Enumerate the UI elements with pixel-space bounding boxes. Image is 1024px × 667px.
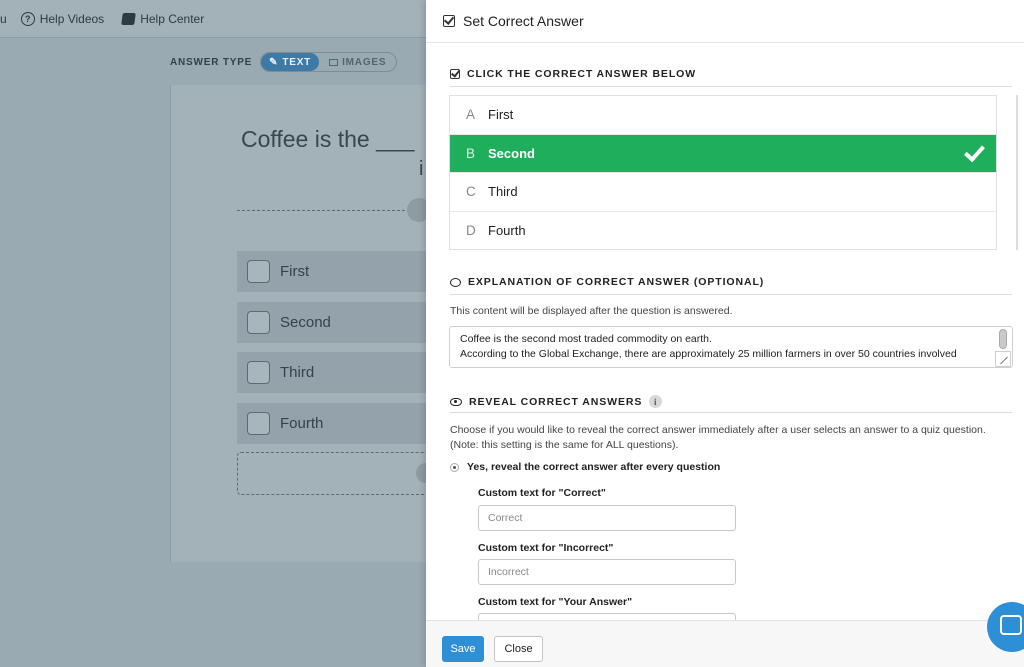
incorrect-text-label: Custom text for "Incorrect" [478,542,614,554]
editor-option-row: Fourth [237,403,430,444]
help-circle-icon: ? [20,11,35,26]
reveal-answer-radio-option[interactable]: Yes, reveal the correct answer after eve… [450,461,720,473]
explanation-section-label: EXPLANATION OF CORRECT ANSWER (OPTIONAL) [468,276,765,288]
explanation-section-title: EXPLANATION OF CORRECT ANSWER (OPTIONAL) [450,276,764,288]
comment-icon [450,277,461,287]
panel-title: Set Correct Answer [463,13,584,29]
pencil-icon: ✎ [269,56,279,68]
answer-text: Third [488,184,518,200]
section-divider [450,294,1012,295]
set-correct-answer-panel: Set Correct Answer CLICK THE CORRECT ANS… [426,0,1024,667]
answer-list-scrollbar[interactable] [1016,95,1018,250]
answer-letter: B [466,145,476,161]
editor-option-label: Fourth [280,415,324,432]
answer-type-text-option[interactable]: ✎ TEXT [261,53,320,71]
info-icon[interactable]: i [649,395,663,408]
radio-button[interactable] [450,462,459,472]
help-center-label: Help Center [140,11,205,26]
panel-footer: Save Close [426,620,1024,667]
explanation-line: According to the Global Exchange, there … [460,348,957,360]
reveal-note-line: Choose if you would like to reveal the c… [450,424,986,436]
reveal-section-title: REVEAL CORRECT ANSWERS i [450,395,663,408]
your-answer-text-label: Custom text for "Your Answer" [478,596,633,608]
section-divider [450,86,1012,87]
topbar-partial-text: u [0,11,7,26]
section-divider [450,412,1012,413]
correct-answer-section-label: CLICK THE CORRECT ANSWER BELOW [467,68,697,80]
option-checkbox [247,260,270,283]
question-text-line2: i [419,158,424,180]
reveal-section-label: REVEAL CORRECT ANSWERS [469,395,643,408]
answer-choice-list: A First B Second C Third D Fourth [449,95,997,250]
correct-text-input[interactable] [478,505,736,531]
textarea-scrollbar[interactable] [999,329,1007,349]
explanation-textarea[interactable]: Coffee is the second most traded commodi… [449,326,1013,368]
textarea-resize-handle[interactable] [995,351,1011,367]
checkbox-icon [443,15,455,27]
checkmark-icon [963,145,983,159]
reveal-note-line: (Note: this setting is the same for ALL … [450,439,679,451]
answer-text: Fourth [488,223,526,239]
panel-header: Set Correct Answer [426,0,1024,43]
close-button[interactable]: Close [494,636,543,662]
answer-type-text-label: TEXT [282,56,312,68]
answer-choice-d[interactable]: D Fourth [450,212,996,251]
reveal-note: Choose if you would like to reveal the c… [450,423,986,453]
answer-choice-c[interactable]: C Third [450,173,996,212]
editor-option-row: Third [237,352,430,393]
option-checkbox [247,361,270,384]
help-videos-label: Help Videos [39,11,105,26]
question-text: Coffee is the ___ [241,126,415,152]
save-button[interactable]: Save [442,636,484,662]
answer-text: First [488,107,514,123]
eye-icon [450,397,462,406]
answer-letter: D [466,223,476,239]
editor-option-row: First [237,251,430,292]
answer-letter: A [466,107,476,123]
add-option-area [237,452,430,495]
answer-type-images-label: IMAGES [342,56,387,68]
correct-answer-section-title: CLICK THE CORRECT ANSWER BELOW [450,68,696,80]
editor-option-label: First [280,263,310,280]
option-checkbox [247,311,270,334]
answer-text: Second [488,145,535,161]
answer-letter: C [466,184,476,200]
correct-text-label: Custom text for "Correct" [478,487,606,499]
editor-topbar: u ? Help Videos Help Center [0,0,430,38]
help-center-link[interactable]: Help Center [121,11,205,26]
help-videos-link[interactable]: ? Help Videos [20,11,105,26]
question-divider [237,210,430,211]
editor-option-label: Third [280,364,315,381]
explanation-note: This content will be displayed after the… [450,305,733,317]
answer-type-label: ANSWER TYPE [170,56,253,68]
answer-choice-a[interactable]: A First [450,96,996,135]
answer-choice-b[interactable]: B Second [450,134,996,173]
answer-type-selector: ANSWER TYPE ✎ TEXT IMAGES [170,52,398,72]
image-icon [329,58,339,66]
checkbox-icon [450,69,460,79]
explanation-line: Coffee is the second most traded commodi… [460,333,712,345]
book-icon [121,12,137,25]
editor-option-label: Second [280,314,331,331]
option-checkbox [247,412,270,435]
editor-option-row: Second [237,302,430,343]
reveal-answer-radio-label: Yes, reveal the correct answer after eve… [467,461,721,473]
answer-type-images-option[interactable]: IMAGES [319,53,396,71]
incorrect-text-input[interactable] [478,559,736,585]
answer-type-toggle: ✎ TEXT IMAGES [260,52,398,72]
